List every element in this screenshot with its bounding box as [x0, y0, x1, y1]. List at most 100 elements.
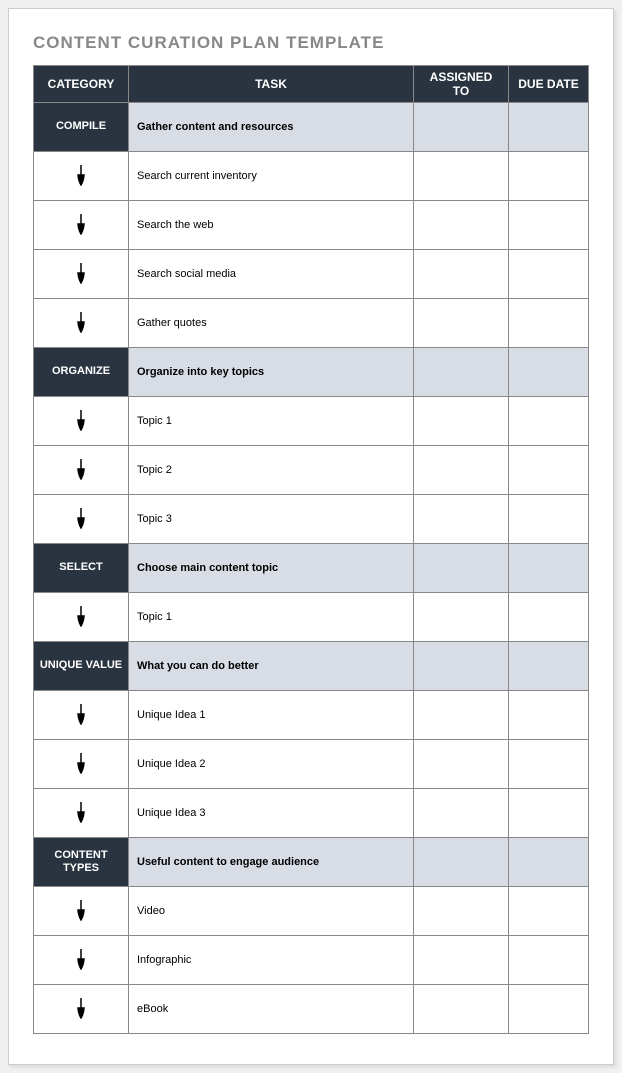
- assigned-cell: [414, 789, 509, 838]
- due-cell: [509, 152, 589, 201]
- table-row: Search the web: [34, 201, 589, 250]
- task-cell: Search current inventory: [129, 152, 414, 201]
- task-cell: Topic 3: [129, 495, 414, 544]
- arrow-down-icon: [74, 801, 88, 823]
- section-header-text: Gather content and resources: [129, 103, 414, 152]
- task-cell: Video: [129, 887, 414, 936]
- due-cell: [509, 789, 589, 838]
- section-header-assigned: [414, 642, 509, 691]
- assigned-cell: [414, 397, 509, 446]
- due-cell: [509, 740, 589, 789]
- table-row: Topic 1: [34, 593, 589, 642]
- due-cell: [509, 201, 589, 250]
- arrow-down-icon: [74, 164, 88, 186]
- arrow-cell: [34, 397, 129, 446]
- section-header-text: Choose main content topic: [129, 544, 414, 593]
- arrow-cell: [34, 446, 129, 495]
- section-header-assigned: [414, 544, 509, 593]
- arrow-down-icon: [74, 899, 88, 921]
- arrow-cell: [34, 985, 129, 1034]
- table-row: Topic 2: [34, 446, 589, 495]
- assigned-cell: [414, 593, 509, 642]
- section-header-assigned: [414, 838, 509, 887]
- table-row: Search current inventory: [34, 152, 589, 201]
- header-row: CATEGORY TASK ASSIGNED TO DUE DATE: [34, 66, 589, 103]
- task-cell: eBook: [129, 985, 414, 1034]
- plan-table: CATEGORY TASK ASSIGNED TO DUE DATE COMPI…: [33, 65, 589, 1034]
- section-header-due: [509, 642, 589, 691]
- arrow-down-icon: [74, 752, 88, 774]
- assigned-cell: [414, 887, 509, 936]
- section-header-due: [509, 838, 589, 887]
- task-cell: Topic 1: [129, 593, 414, 642]
- assigned-cell: [414, 740, 509, 789]
- arrow-down-icon: [74, 605, 88, 627]
- table-row: Unique Idea 3: [34, 789, 589, 838]
- task-cell: Topic 1: [129, 397, 414, 446]
- assigned-cell: [414, 985, 509, 1034]
- page-title: CONTENT CURATION PLAN TEMPLATE: [33, 33, 589, 53]
- table-row: Topic 1: [34, 397, 589, 446]
- due-cell: [509, 299, 589, 348]
- section-header-text: What you can do better: [129, 642, 414, 691]
- arrow-down-icon: [74, 213, 88, 235]
- section-header-due: [509, 348, 589, 397]
- task-cell: Infographic: [129, 936, 414, 985]
- task-cell: Unique Idea 1: [129, 691, 414, 740]
- due-cell: [509, 691, 589, 740]
- col-category: CATEGORY: [34, 66, 129, 103]
- arrow-cell: [34, 936, 129, 985]
- section-header-row: COMPILEGather content and resources: [34, 103, 589, 152]
- arrow-cell: [34, 789, 129, 838]
- table-row: Unique Idea 2: [34, 740, 589, 789]
- section-header-text: Useful content to engage audience: [129, 838, 414, 887]
- table-row: Infographic: [34, 936, 589, 985]
- arrow-cell: [34, 740, 129, 789]
- category-label: UNIQUE VALUE: [34, 642, 129, 691]
- assigned-cell: [414, 691, 509, 740]
- due-cell: [509, 887, 589, 936]
- task-cell: Gather quotes: [129, 299, 414, 348]
- assigned-cell: [414, 299, 509, 348]
- table-row: Search social media: [34, 250, 589, 299]
- section-header-assigned: [414, 103, 509, 152]
- due-cell: [509, 985, 589, 1034]
- assigned-cell: [414, 936, 509, 985]
- section-header-text: Organize into key topics: [129, 348, 414, 397]
- col-assigned: ASSIGNED TO: [414, 66, 509, 103]
- table-row: Topic 3: [34, 495, 589, 544]
- due-cell: [509, 593, 589, 642]
- category-label: CONTENT TYPES: [34, 838, 129, 887]
- assigned-cell: [414, 446, 509, 495]
- assigned-cell: [414, 250, 509, 299]
- arrow-down-icon: [74, 997, 88, 1019]
- due-cell: [509, 446, 589, 495]
- arrow-cell: [34, 299, 129, 348]
- category-label: SELECT: [34, 544, 129, 593]
- section-header-row: ORGANIZEOrganize into key topics: [34, 348, 589, 397]
- task-cell: Unique Idea 2: [129, 740, 414, 789]
- arrow-down-icon: [74, 262, 88, 284]
- assigned-cell: [414, 152, 509, 201]
- task-cell: Unique Idea 3: [129, 789, 414, 838]
- arrow-cell: [34, 495, 129, 544]
- table-row: eBook: [34, 985, 589, 1034]
- col-due: DUE DATE: [509, 66, 589, 103]
- category-label: COMPILE: [34, 103, 129, 152]
- task-cell: Search social media: [129, 250, 414, 299]
- arrow-down-icon: [74, 458, 88, 480]
- section-header-row: SELECTChoose main content topic: [34, 544, 589, 593]
- due-cell: [509, 495, 589, 544]
- section-header-row: CONTENT TYPESUseful content to engage au…: [34, 838, 589, 887]
- arrow-down-icon: [74, 703, 88, 725]
- arrow-cell: [34, 691, 129, 740]
- arrow-cell: [34, 152, 129, 201]
- task-cell: Search the web: [129, 201, 414, 250]
- arrow-cell: [34, 593, 129, 642]
- arrow-cell: [34, 250, 129, 299]
- due-cell: [509, 250, 589, 299]
- arrow-down-icon: [74, 507, 88, 529]
- table-row: Gather quotes: [34, 299, 589, 348]
- section-header-due: [509, 103, 589, 152]
- document-page: CONTENT CURATION PLAN TEMPLATE CATEGORY …: [8, 8, 614, 1065]
